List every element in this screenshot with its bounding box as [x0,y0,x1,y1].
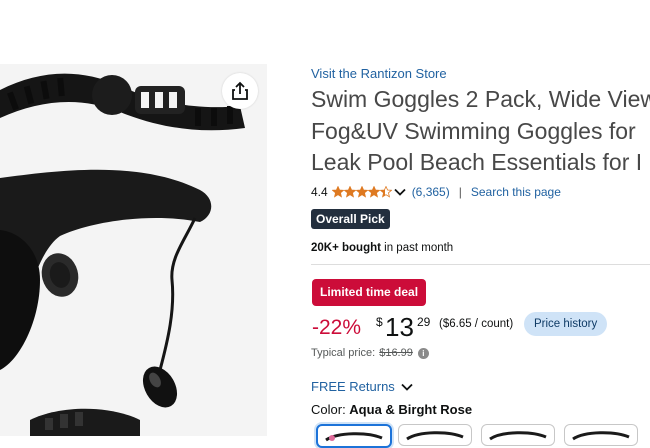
price-currency: $ [376,315,383,329]
product-title-line: Leak Pool Beach Essentials for I [311,149,643,175]
rating-row: 4.4 (6,365) | Search this page [311,185,561,199]
color-swatch[interactable] [481,424,555,446]
bought-info: 20K+ bought in past month [311,242,453,254]
color-selection: Color: Aqua & Birght Rose [311,402,472,417]
star-rating-icon[interactable] [331,186,392,198]
typical-price-value: $16.99 [379,347,413,359]
bought-count: 20K+ bought [311,242,381,254]
price-history-button[interactable]: Price history [524,312,608,336]
product-title-line: Fog&UV Swimming Goggles for [311,117,636,144]
unit-price: ($6.65 / count) [439,318,514,330]
typical-price: Typical price: $16.99 i [311,347,429,359]
free-returns-link[interactable]: FREE Returns [311,379,413,394]
goggles-image [0,64,267,436]
ratings-count-link[interactable]: (6,365) [412,185,450,199]
store-link[interactable]: Visit the Rantizon Store [311,66,447,81]
overall-pick-badge[interactable]: Overall Pick [311,209,390,229]
share-button[interactable] [222,73,258,109]
free-returns-label: FREE Returns [311,379,395,394]
info-icon[interactable]: i [417,347,429,359]
discount-percent: -22% [312,316,362,339]
color-swatch[interactable] [564,424,638,446]
chevron-down-icon [401,383,413,391]
separator: | [458,185,462,199]
product-title-line: Swim Goggles 2 Pack, Wide View [311,86,650,112]
color-label: Color: [311,402,350,417]
product-image[interactable] [0,64,267,436]
rating-value: 4.4 [311,185,328,199]
color-value: Aqua & Birght Rose [349,402,473,417]
limited-deal-badge: Limited time deal [312,279,427,306]
price-fraction: 29 [417,315,431,329]
typical-price-label: Typical price: [311,347,376,359]
search-this-page-link[interactable]: Search this page [471,185,561,199]
color-swatch[interactable] [398,424,472,446]
share-icon [232,81,248,100]
divider [311,264,650,265]
bought-period: in past month [380,242,454,254]
color-swatch[interactable] [316,424,392,448]
product-title: Swim Goggles 2 Pack, Wide View Fog&UV Sw… [311,84,650,179]
chevron-down-icon[interactable] [394,188,406,196]
price-whole: 13 [385,312,414,342]
